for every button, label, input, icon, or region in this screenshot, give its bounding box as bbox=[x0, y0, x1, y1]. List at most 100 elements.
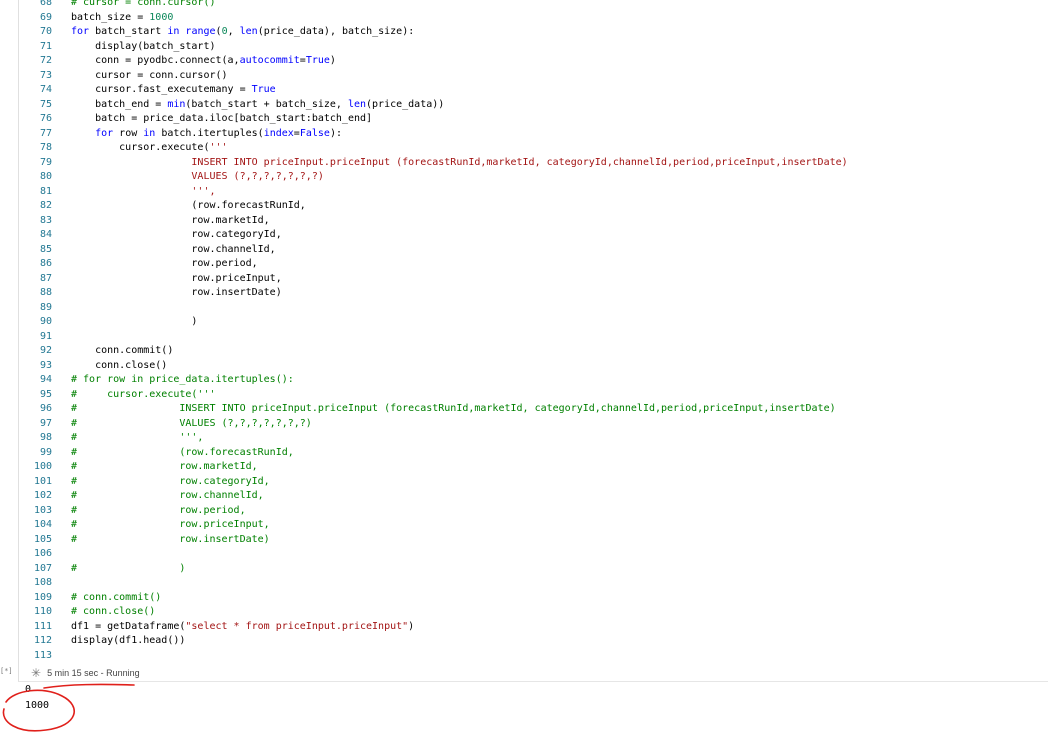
code-token: autocommit bbox=[239, 55, 300, 66]
code-text: INSERT INTO priceInput.priceInput (forec… bbox=[71, 156, 848, 170]
line-number: 75 bbox=[39, 98, 52, 110]
code-text: conn = pyodbc.connect(a,autocommit=True) bbox=[71, 54, 336, 68]
line-number: 98 bbox=[39, 432, 52, 443]
code-token: conn.close() bbox=[71, 359, 168, 371]
code-token: cursor = conn.cursor() bbox=[71, 69, 228, 81]
line-number: 108 bbox=[33, 577, 52, 588]
line-number: 104 bbox=[33, 519, 52, 530]
code-text: display(batch_start) bbox=[71, 40, 216, 54]
line-number: 103 bbox=[33, 504, 52, 516]
code-text: cursor.fast_executemany = True bbox=[71, 83, 276, 97]
code-token: display(batch_start) bbox=[71, 40, 216, 52]
code-token: # row.categoryId, bbox=[71, 475, 270, 487]
code-token: index bbox=[263, 127, 294, 139]
code-token: # row.insertDate) bbox=[71, 533, 270, 545]
line-number: 81 bbox=[39, 185, 52, 197]
code-token: row.marketId, bbox=[71, 214, 270, 226]
code-text: row.insertDate) bbox=[71, 286, 281, 300]
execution-status-text: 5 min 15 sec - Running bbox=[47, 668, 140, 678]
code-text: # for row in price_data.itertuples(): bbox=[71, 373, 294, 387]
line-number: 97 bbox=[39, 417, 52, 429]
code-text: VALUES (?,?,?,?,?,?,?) bbox=[71, 170, 323, 184]
line-number: 72 bbox=[39, 55, 52, 66]
code-token: # cursor = conn.cursor() bbox=[71, 0, 216, 8]
code-text: batch_end = min(batch_start + batch_size… bbox=[71, 98, 444, 112]
line-number: 102 bbox=[33, 490, 52, 501]
code-token: display(df1.head()) bbox=[71, 635, 186, 646]
line-number: 107 bbox=[33, 562, 52, 574]
line-number: 105 bbox=[33, 533, 52, 545]
code-token: batch.itertuples( bbox=[155, 127, 264, 139]
code-text: # ) bbox=[71, 562, 185, 576]
code-text: conn.close() bbox=[71, 359, 167, 373]
code-text: batch_size = 1000 bbox=[71, 11, 173, 25]
cell-status-bar: ✳ 5 min 15 sec - Running bbox=[31, 666, 140, 680]
code-token: # INSERT INTO priceInput.priceInput (for… bbox=[71, 403, 836, 414]
line-number: 93 bbox=[39, 359, 52, 371]
line-number: 68 bbox=[39, 0, 52, 8]
execution-indicator: [*] bbox=[0, 667, 13, 675]
code-text: display(df1.head()) bbox=[71, 634, 185, 648]
output-line: 1000 bbox=[25, 700, 50, 711]
code-token: # for row in price_data.itertuples(): bbox=[71, 374, 294, 385]
line-number: 86 bbox=[39, 258, 52, 269]
code-text: # row.marketId, bbox=[71, 460, 258, 474]
code-text: conn.commit() bbox=[71, 344, 173, 358]
code-token: ) bbox=[408, 620, 415, 632]
code-token: # ) bbox=[71, 562, 186, 574]
code-text: # ''', bbox=[71, 431, 203, 445]
line-number: 106 bbox=[33, 548, 52, 559]
code-token: # row.period, bbox=[71, 504, 246, 516]
code-token: len bbox=[347, 98, 367, 110]
line-number: 92 bbox=[39, 345, 52, 356]
code-token: INSERT INTO priceInput.priceInput (forec… bbox=[71, 156, 848, 168]
code-token: len bbox=[239, 26, 258, 37]
code-token: ): bbox=[329, 127, 342, 139]
line-number: 88 bbox=[39, 287, 52, 298]
line-number: 83 bbox=[39, 214, 52, 226]
cell-output: 0 1000 bbox=[0, 683, 1048, 732]
line-number: 110 bbox=[33, 606, 52, 617]
code-text: # conn.close() bbox=[71, 605, 155, 619]
output-line: 0 bbox=[25, 684, 32, 695]
code-text: row.marketId, bbox=[71, 214, 270, 228]
code-token: cursor.execute( bbox=[71, 142, 210, 153]
code-token: row.priceInput, bbox=[71, 272, 282, 284]
code-text: # row.categoryId, bbox=[71, 475, 270, 489]
code-token: True bbox=[251, 84, 276, 95]
code-text: # VALUES (?,?,?,?,?,?,?) bbox=[71, 417, 312, 431]
code-token: # row.channelId, bbox=[71, 490, 264, 501]
code-text: for row in batch.itertuples(index=False)… bbox=[71, 127, 342, 141]
code-token: # row.marketId, bbox=[71, 461, 258, 472]
code-token: (price_data), batch_size): bbox=[257, 26, 415, 37]
code-cell[interactable]: 68 # cursor = conn.cursor() 69 batch_size =… bbox=[18, 0, 1048, 682]
code-token: row.categoryId, bbox=[71, 229, 282, 240]
code-token: batch_start bbox=[89, 26, 168, 37]
line-number: 74 bbox=[39, 84, 52, 95]
line-number: 99 bbox=[39, 446, 52, 458]
code-text: # row.insertDate) bbox=[71, 533, 270, 547]
line-number: 69 bbox=[39, 11, 52, 23]
running-spinner-icon: ✳ bbox=[31, 666, 42, 680]
code-token: (row.forecastRunId, bbox=[71, 200, 306, 211]
code-token: (batch_start + batch_size, bbox=[185, 98, 348, 110]
line-number: 84 bbox=[39, 229, 52, 240]
code-text: # row.channelId, bbox=[71, 489, 264, 503]
line-number: 111 bbox=[33, 620, 52, 632]
code-text: cursor = conn.cursor() bbox=[71, 69, 228, 83]
code-token: df1 = getDataframe( bbox=[71, 620, 186, 632]
code-token: (price_data)) bbox=[366, 98, 445, 110]
line-number: 70 bbox=[39, 26, 52, 37]
line-number: 112 bbox=[33, 635, 52, 646]
code-token: # (row.forecastRunId, bbox=[71, 446, 294, 458]
code-token: batch_size = bbox=[71, 11, 150, 23]
line-number: 96 bbox=[39, 403, 52, 414]
code-token: row.channelId, bbox=[71, 243, 276, 255]
line-number: 90 bbox=[39, 316, 52, 327]
code-token: # conn.commit() bbox=[71, 591, 162, 603]
code-token: batch = price_data.iloc[batch_start:batc… bbox=[71, 113, 373, 124]
line-number: 89 bbox=[39, 301, 52, 313]
code-token: # cursor.execute(''' bbox=[71, 388, 216, 400]
line-number: 82 bbox=[39, 200, 52, 211]
code-token: False bbox=[299, 127, 330, 139]
